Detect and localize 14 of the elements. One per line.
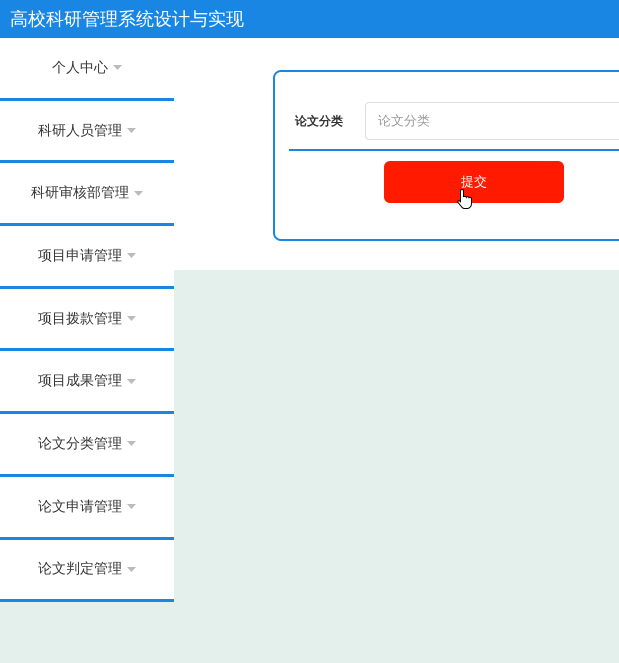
field-label: 论文分类 xyxy=(295,112,343,130)
hand-cursor-icon xyxy=(457,188,473,210)
submit-button[interactable]: 提交 xyxy=(384,161,564,203)
caret-icon xyxy=(127,441,136,446)
caret-icon xyxy=(127,128,136,134)
caret-icon xyxy=(134,190,143,196)
caret-icon xyxy=(127,566,136,572)
caret-icon xyxy=(127,316,136,322)
caret-icon xyxy=(113,65,122,70)
app-title: 高校科研管理系统设计与实现 xyxy=(10,8,244,31)
caret-icon xyxy=(127,504,136,510)
caret-icon xyxy=(127,253,136,258)
caret-icon xyxy=(127,378,136,384)
input-field[interactable]: 论文分类 xyxy=(365,102,619,140)
